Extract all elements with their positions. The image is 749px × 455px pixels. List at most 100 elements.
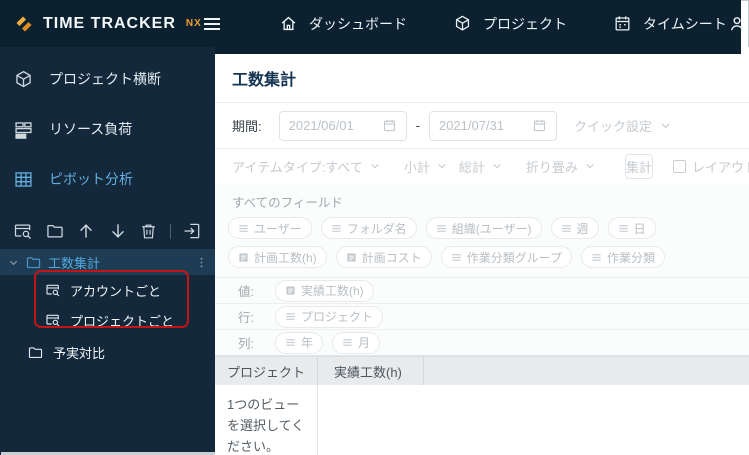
result-table-body: 1つのビューを選択してください。 bbox=[215, 385, 749, 455]
chevron-down-icon bbox=[660, 122, 671, 130]
nav-timesheet[interactable]: タイムシート bbox=[613, 14, 727, 34]
home-icon bbox=[279, 14, 298, 33]
topbar: TIME TRACKER NX ダッシュボード bbox=[0, 0, 741, 47]
field-chip[interactable]: 作業分類グループ bbox=[441, 246, 572, 268]
sidebar-item-resource-load[interactable]: リソース負荷 bbox=[0, 104, 215, 154]
rows-icon bbox=[342, 337, 353, 348]
subtotal-label: 小計 bbox=[404, 157, 430, 176]
checkbox-icon[interactable] bbox=[673, 160, 686, 173]
brand-suffix: NX bbox=[186, 18, 202, 29]
available-fields: ユーザー フォルダ名 組織(ユーザー) 週 bbox=[215, 215, 749, 277]
tree-node-label: 工数集計 bbox=[48, 253, 100, 272]
import-view-icon[interactable] bbox=[182, 221, 202, 241]
field-chip-label: 作業分類 bbox=[607, 249, 655, 266]
arrow-up-icon[interactable] bbox=[76, 221, 96, 241]
quick-settings-label: クイック設定 bbox=[574, 116, 652, 135]
rows-icon bbox=[591, 252, 602, 263]
sidebar-item-label: リソース負荷 bbox=[49, 119, 132, 139]
user-account-icon[interactable] bbox=[727, 14, 747, 34]
view-toolbar bbox=[0, 213, 215, 249]
field-chip[interactable]: 実績工数(h) bbox=[275, 280, 374, 302]
calendar-icon bbox=[382, 118, 397, 133]
main-content: 工数集計 期間: 2021/06/01 - 2021/07/31 bbox=[215, 47, 749, 455]
field-chip-label: 実績工数(h) bbox=[301, 282, 364, 299]
tree-view-label: アカウントごと bbox=[70, 281, 161, 300]
column-header-actual-hours[interactable]: 実績工数(h) bbox=[318, 357, 424, 385]
collapse-label: 折り畳み bbox=[526, 157, 578, 176]
arrow-down-icon[interactable] bbox=[108, 221, 128, 241]
field-chip[interactable]: 作業分類 bbox=[581, 246, 665, 268]
field-chip-label: 計画工数(h) bbox=[254, 249, 317, 266]
field-chip[interactable]: プロジェクト bbox=[275, 306, 383, 328]
rows-axis-label: 行: bbox=[238, 307, 266, 326]
field-chip[interactable]: 年 bbox=[275, 332, 323, 354]
sidebar-item-pivot-analysis[interactable]: ピボット分析 bbox=[0, 154, 215, 204]
column-header-project[interactable]: プロジェクト bbox=[215, 357, 318, 385]
field-chip[interactable]: 計画工数(h) bbox=[228, 246, 327, 268]
start-date-value: 2021/06/01 bbox=[289, 118, 354, 133]
field-chip[interactable]: フォルダ名 bbox=[321, 217, 417, 239]
field-chip[interactable]: 日 bbox=[608, 217, 656, 239]
aggregate-button[interactable]: 集計 bbox=[625, 154, 653, 179]
app-logo[interactable]: TIME TRACKER NX bbox=[12, 12, 202, 36]
nav-label: タイムシート bbox=[643, 14, 727, 34]
field-chip-label: 計画コスト bbox=[362, 249, 422, 266]
values-axis-label: 値: bbox=[238, 281, 266, 300]
field-chip-label: 日 bbox=[634, 220, 646, 237]
hamburger-menu-icon[interactable] bbox=[202, 16, 222, 32]
calendar-icon bbox=[613, 14, 632, 33]
sidebar-item-cross-project[interactable]: プロジェクト横断 bbox=[0, 54, 215, 104]
trash-icon[interactable] bbox=[139, 222, 158, 241]
field-chip-label: 作業分類グループ bbox=[467, 249, 562, 266]
collapse-dropdown[interactable]: 折り畳み bbox=[526, 157, 595, 176]
field-chip-label: 月 bbox=[358, 334, 370, 351]
resource-bars-icon bbox=[13, 119, 34, 140]
tree-view-account-goto[interactable]: アカウントごと bbox=[0, 275, 215, 305]
quick-settings-dropdown[interactable]: クイック設定 bbox=[574, 116, 671, 135]
rows-icon bbox=[451, 252, 462, 263]
tree-view-label: プロジェクトごと bbox=[70, 311, 174, 330]
view-search-icon[interactable] bbox=[13, 221, 33, 241]
subtotal-dropdown[interactable]: 小計 bbox=[404, 157, 447, 176]
rows-icon bbox=[331, 223, 342, 234]
tree-node-kosuu-shuukei[interactable]: 工数集計 bbox=[0, 249, 215, 275]
sidebar-item-label: プロジェクト横断 bbox=[49, 69, 161, 89]
item-type-dropdown[interactable]: アイテムタイプ:すべて bbox=[232, 157, 380, 176]
tree-node-yojitsu-taihi[interactable]: 予実対比 bbox=[0, 338, 215, 366]
brand-name: TIME TRACKER bbox=[43, 15, 176, 33]
cube-icon bbox=[13, 69, 34, 90]
field-chip-label: 組織(ユーザー) bbox=[452, 220, 532, 237]
rows-icon bbox=[561, 223, 572, 234]
layout-checkbox-group[interactable]: レイアウト bbox=[673, 157, 749, 176]
layout-checkbox-label: レイアウト bbox=[692, 157, 749, 176]
rows-axis-row: 行: プロジェクト bbox=[215, 303, 749, 329]
kebab-menu-icon[interactable] bbox=[195, 255, 208, 270]
chevron-down-icon[interactable] bbox=[8, 257, 19, 268]
end-date-value: 2021/07/31 bbox=[439, 118, 504, 133]
tree-view-project-goto[interactable]: プロジェクトごと bbox=[0, 305, 215, 335]
grand-total-dropdown[interactable]: 総計 bbox=[459, 157, 502, 176]
chevron-down-icon bbox=[437, 163, 447, 170]
chevron-down-icon bbox=[585, 163, 595, 170]
nav-project[interactable]: プロジェクト bbox=[453, 14, 567, 34]
app-window: TIME TRACKER NX ダッシュボード bbox=[0, 0, 749, 455]
period-filter-row: 期間: 2021/06/01 - 2021/07/31 bbox=[215, 103, 749, 149]
period-label: 期間: bbox=[232, 116, 262, 135]
nav-label: ダッシュボード bbox=[309, 14, 407, 34]
user-zone bbox=[727, 14, 749, 34]
rows-icon bbox=[618, 223, 629, 234]
field-chip[interactable]: ユーザー bbox=[228, 217, 312, 239]
logo-zone: TIME TRACKER NX bbox=[0, 12, 215, 36]
field-chip[interactable]: 組織(ユーザー) bbox=[426, 217, 542, 239]
cols-axis-row: 列: 年 月 bbox=[215, 329, 749, 355]
end-date-input[interactable]: 2021/07/31 bbox=[429, 111, 557, 141]
field-chip[interactable]: 週 bbox=[551, 217, 599, 239]
grand-total-label: 総計 bbox=[459, 157, 485, 176]
folder-icon[interactable] bbox=[45, 221, 65, 241]
field-chip[interactable]: 月 bbox=[332, 332, 380, 354]
item-type-label: アイテムタイプ:すべて bbox=[232, 157, 363, 176]
nav-dashboard[interactable]: ダッシュボード bbox=[279, 14, 407, 34]
pivot-toolbar-row: アイテムタイプ:すべて 小計 総計 bbox=[215, 149, 749, 184]
field-chip[interactable]: 計画コスト bbox=[336, 246, 432, 268]
start-date-input[interactable]: 2021/06/01 bbox=[279, 111, 407, 141]
